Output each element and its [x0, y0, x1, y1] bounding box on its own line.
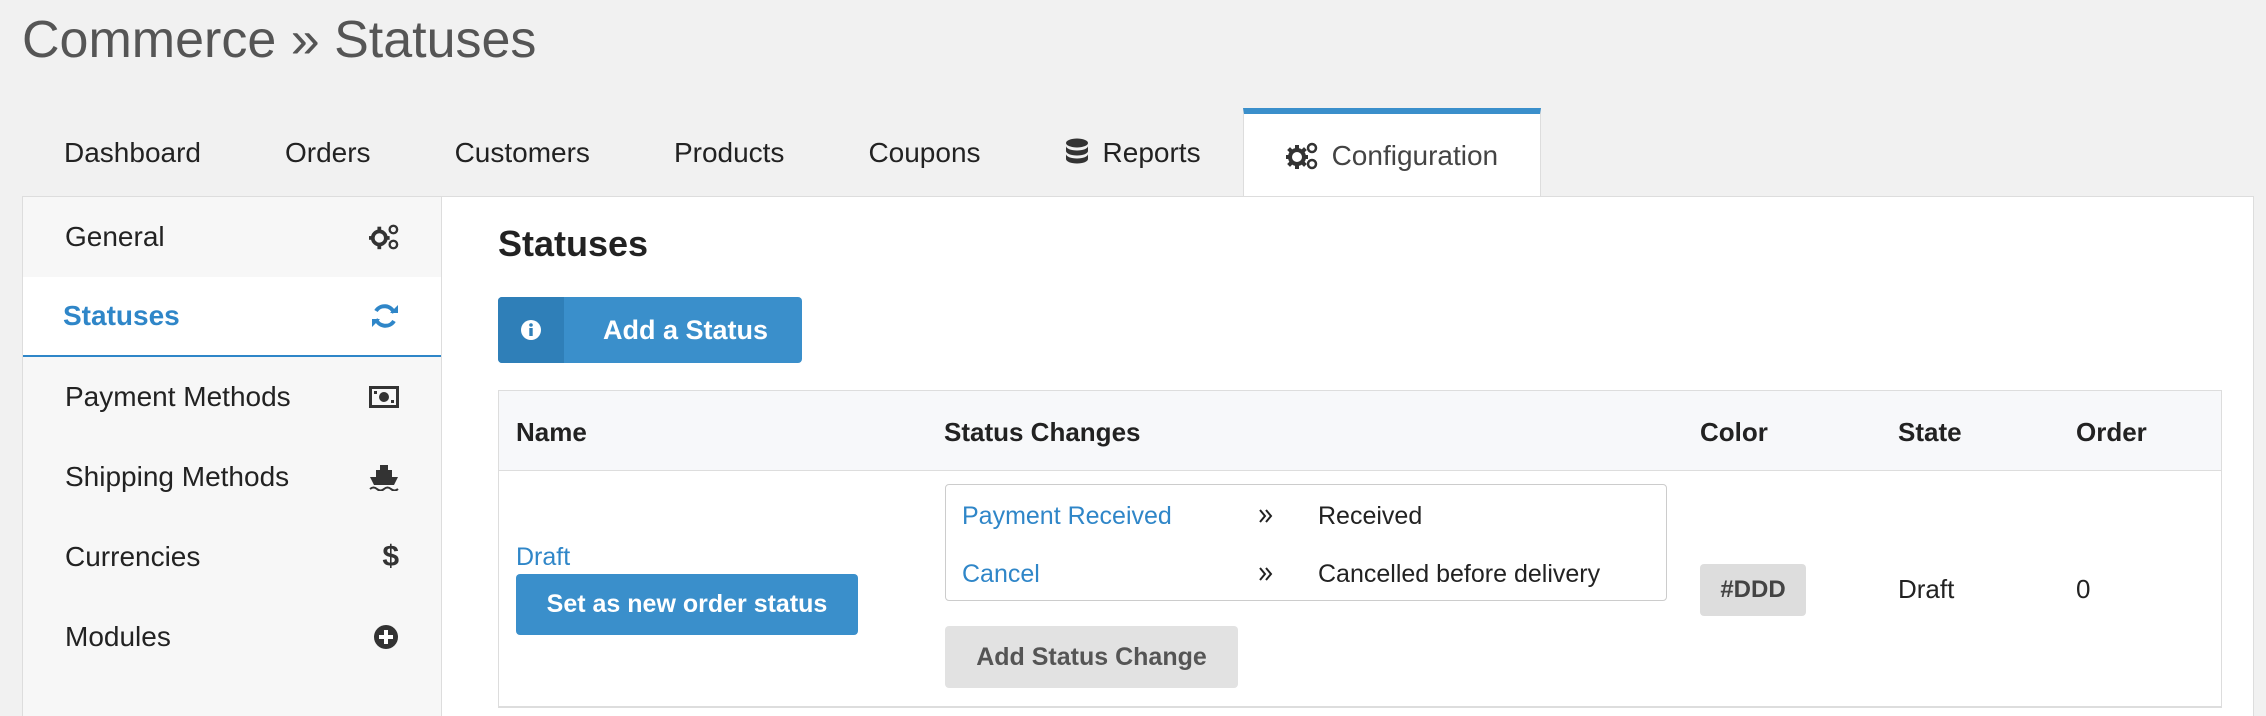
- set-as-new-order-status-button[interactable]: Set as new order status: [516, 574, 858, 635]
- tab-dashboard[interactable]: Dashboard: [22, 108, 243, 198]
- tab-reports[interactable]: Reports: [1023, 108, 1243, 198]
- header-state: State: [1898, 417, 1962, 447]
- dollar-icon: $: [382, 540, 399, 573]
- header-color: Color: [1700, 417, 1768, 447]
- money-icon: [369, 386, 399, 408]
- status-changes-list: Payment Received Received Cancel Cancell…: [945, 484, 1667, 601]
- main-tabs: Dashboard Orders Customers Products Coup…: [22, 108, 1542, 198]
- sidebar-item-general[interactable]: General: [23, 197, 441, 277]
- page-title: Commerce » Statuses: [22, 11, 537, 69]
- database-icon: [1065, 138, 1089, 168]
- color-badge: #DDD: [1700, 564, 1806, 616]
- sidebar-item-modules[interactable]: Modules: [23, 597, 441, 677]
- tab-coupons[interactable]: Coupons: [826, 108, 1022, 198]
- status-change-target: Received: [1318, 501, 1423, 530]
- sidebar-item-label: Modules: [65, 621, 171, 652]
- tab-configuration[interactable]: Configuration: [1242, 108, 1542, 198]
- header-order: Order: [2076, 417, 2147, 447]
- status-change-action-link[interactable]: Cancel: [962, 560, 1258, 589]
- status-change-item: Cancel Cancelled before delivery: [962, 554, 1600, 594]
- sidebar-item-payment-methods[interactable]: Payment Methods: [23, 357, 441, 437]
- sidebar-item-label: Currencies: [65, 541, 201, 572]
- tab-orders[interactable]: Orders: [243, 108, 413, 198]
- cogs-icon: [369, 223, 399, 251]
- sidebar-item-shipping-methods[interactable]: Shipping Methods: [23, 437, 441, 517]
- double-chevron-right-icon: [1258, 508, 1318, 524]
- table-row: Draft Set as new order status Payment Re…: [499, 471, 2221, 707]
- content-title: Statuses: [498, 223, 649, 264]
- sidebar-item-label: Shipping Methods: [65, 461, 290, 492]
- sidebar-item-label: General: [65, 221, 165, 252]
- tab-label: Coupons: [868, 137, 981, 168]
- status-change-action-link[interactable]: Payment Received: [962, 502, 1258, 531]
- status-name-link[interactable]: Draft: [516, 543, 570, 572]
- status-change-item: Payment Received Received: [962, 496, 1422, 536]
- double-chevron-right-icon: [1258, 566, 1318, 582]
- order-value: 0: [2076, 574, 2091, 604]
- sidebar: General Statuses Payment Methods Shippin…: [23, 197, 442, 716]
- tab-label: Dashboard: [64, 137, 201, 168]
- configuration-panel: General Statuses Payment Methods Shippin…: [22, 196, 2254, 716]
- info-icon: [498, 297, 564, 363]
- sidebar-item-label: Payment Methods: [65, 381, 291, 412]
- plus-circle-icon: [373, 624, 399, 650]
- header-status-changes: Status Changes: [944, 417, 1141, 447]
- tab-label: Configuration: [1331, 140, 1499, 171]
- header-name: Name: [516, 417, 587, 447]
- tab-label: Reports: [1102, 137, 1201, 168]
- ship-icon: [369, 463, 399, 491]
- state-value: Draft: [1898, 574, 1955, 604]
- sidebar-item-statuses[interactable]: Statuses: [23, 277, 441, 357]
- tab-customers[interactable]: Customers: [413, 108, 632, 198]
- status-change-target: Cancelled before delivery: [1318, 559, 1601, 588]
- tab-label: Products: [673, 137, 785, 168]
- sidebar-item-label: Statuses: [63, 300, 180, 331]
- tab-products[interactable]: Products: [632, 108, 827, 198]
- tab-label: Customers: [454, 137, 590, 168]
- add-status-change-button[interactable]: Add Status Change: [945, 626, 1238, 688]
- add-status-label: Add a Status: [603, 314, 769, 345]
- refresh-icon: [371, 302, 399, 330]
- tab-label: Orders: [284, 137, 371, 168]
- add-status-button[interactable]: Add a Status: [498, 297, 802, 363]
- cogs-icon: [1285, 142, 1318, 170]
- table-header: Name Status Changes Color State Order: [499, 391, 2221, 471]
- statuses-table: Name Status Changes Color State Order Dr…: [498, 390, 2222, 708]
- sidebar-item-currencies[interactable]: Currencies $: [23, 517, 441, 597]
